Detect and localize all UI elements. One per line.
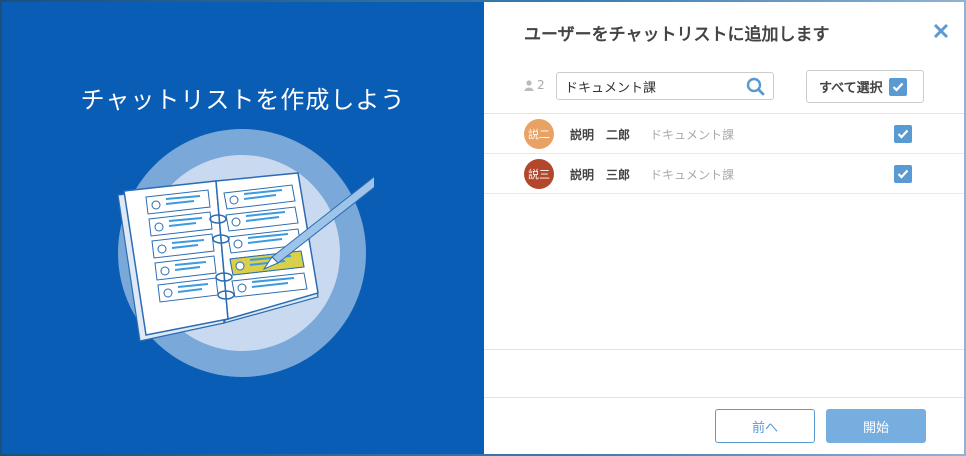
user-row[interactable]: 説二 説明 二郎 ドキュメント課 <box>484 114 964 154</box>
user-department: ドキュメント課 <box>650 168 735 182</box>
select-all-label: すべて選択 <box>819 81 883 96</box>
checkmark-icon <box>897 169 909 179</box>
user-list: 説二 説明 二郎 ドキュメント課 説三 説明 三郎 ドキュメント課 <box>484 113 964 350</box>
user-name: 説明 三郎 <box>570 168 631 182</box>
selection-panel: ユーザーをチャットリストに追加します 2 すべて選択 <box>484 2 964 454</box>
previous-button[interactable]: 前へ <box>715 409 815 443</box>
toolbar: 2 すべて選択 <box>484 64 964 112</box>
user-checkbox[interactable] <box>894 125 912 143</box>
avatar: 説三 <box>524 159 554 189</box>
add-users-dialog: チャットリストを作成しよう ユーザーをチャットリストに追加します 2 ドキュメン… <box>2 2 964 454</box>
close-icon[interactable] <box>932 22 950 40</box>
user-checkbox[interactable] <box>894 165 912 183</box>
dialog-title: ユーザーをチャットリストに追加します <box>524 25 830 45</box>
start-button[interactable]: 開始 <box>826 409 926 443</box>
dialog-footer: 前へ 開始 <box>484 397 964 454</box>
user-name: 説明 二郎 <box>570 128 631 142</box>
member-count: 2 <box>524 78 545 92</box>
avatar: 説二 <box>524 119 554 149</box>
user-row[interactable]: 説三 説明 三郎 ドキュメント課 <box>484 154 964 194</box>
intro-title: チャットリストを作成しよう <box>80 86 406 114</box>
notebook-illustration <box>117 129 374 377</box>
checkmark-icon <box>897 129 909 139</box>
select-all-checkbox[interactable] <box>888 77 907 96</box>
search-icon[interactable] <box>746 77 765 96</box>
member-count-value: 2 <box>537 78 545 92</box>
checkmark-icon <box>892 82 903 92</box>
search-box <box>556 72 774 100</box>
select-all-button[interactable]: すべて選択 <box>806 70 924 103</box>
person-icon <box>524 79 534 91</box>
user-department: ドキュメント課 <box>650 128 735 142</box>
search-input[interactable] <box>557 73 743 99</box>
intro-panel: チャットリストを作成しよう <box>2 2 484 454</box>
